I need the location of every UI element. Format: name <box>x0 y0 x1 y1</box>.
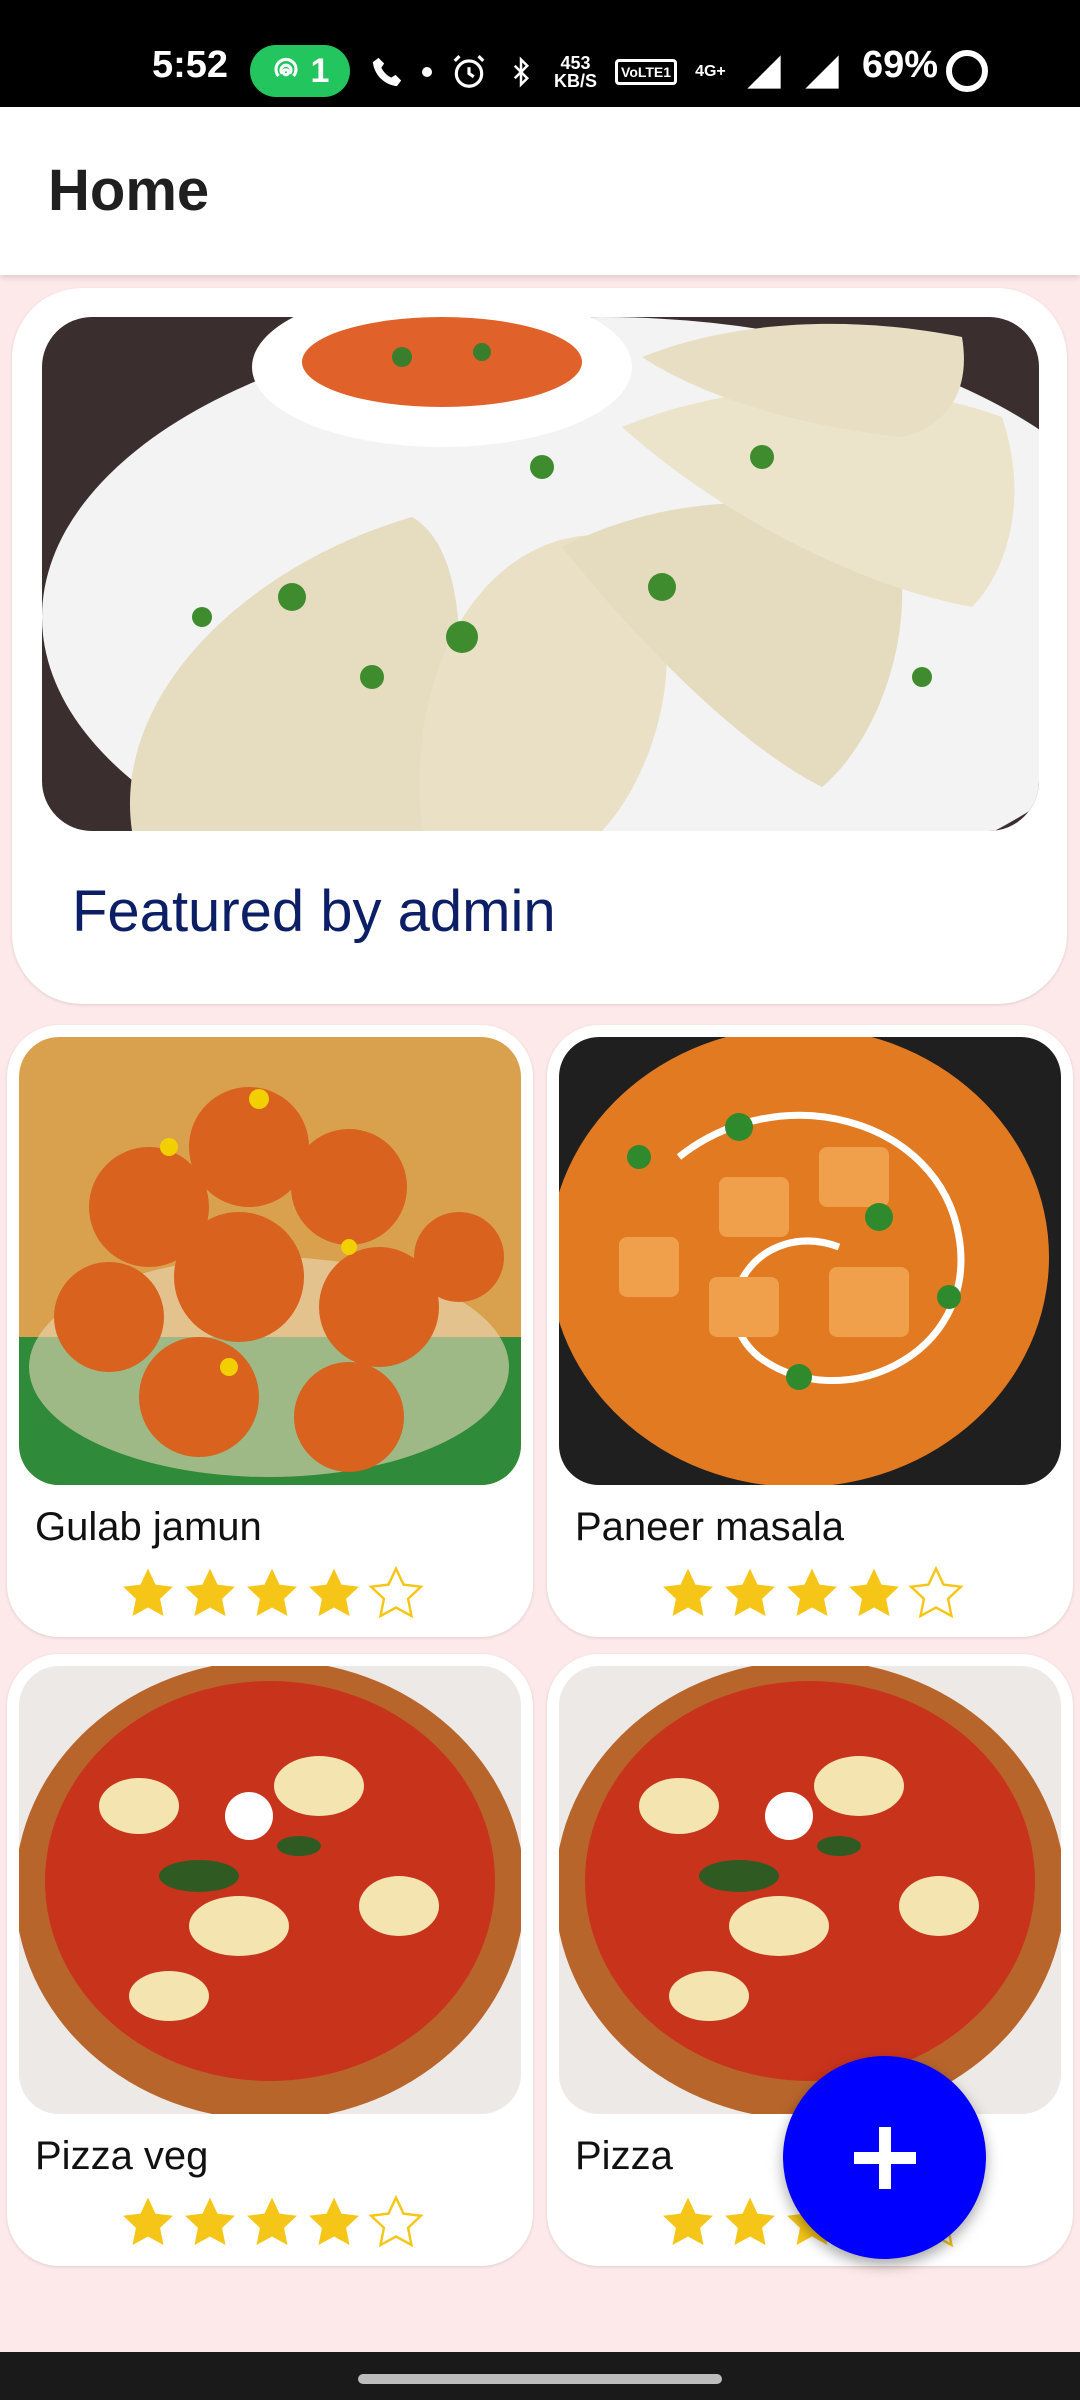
star-filled-icon <box>725 2197 775 2245</box>
app-bar: Home <box>0 107 1080 275</box>
system-nav-bar <box>0 2352 1080 2400</box>
star-filled-icon <box>309 2197 359 2245</box>
phone-icon <box>372 57 402 87</box>
rating-stars <box>119 1565 425 1623</box>
star-filled-icon <box>309 1568 359 1616</box>
status-time: 5:52 <box>152 44 229 86</box>
food-card-pizza-veg[interactable]: Pizza veg <box>7 1654 533 2266</box>
hotspot-icon <box>273 57 298 78</box>
item-name: Pizza <box>575 2134 673 2178</box>
status-bar: 5:52 1 453 KB/S VoLTE1 4G+ 69% <box>0 0 1080 107</box>
paneer-masala-image <box>559 1037 1061 1485</box>
star-filled-icon <box>663 2197 713 2245</box>
net-speed: 453 KB/S <box>554 54 597 90</box>
star-filled-icon <box>247 1568 297 1616</box>
item-name: Pizza veg <box>35 2134 209 2178</box>
star-empty-icon <box>368 1565 424 1619</box>
star-filled-icon <box>663 1568 713 1616</box>
net-speed-unit: KB/S <box>554 71 598 91</box>
net-speed-value: 453 <box>560 53 591 73</box>
star-filled-icon <box>247 2197 297 2245</box>
star-filled-icon <box>849 1568 899 1616</box>
battery-ring-icon <box>946 50 988 92</box>
item-name: Gulab jamun <box>35 1505 262 1549</box>
hotspot-count: 1 <box>310 51 330 90</box>
signal-icon-1 <box>747 55 781 89</box>
item-name: Paneer masala <box>575 1505 845 1549</box>
rating-stars <box>659 1565 965 1623</box>
food-card-gulab-jamun[interactable]: Gulab jamun <box>7 1025 533 1637</box>
pizza-veg-image <box>19 1666 521 2114</box>
alarm-icon <box>453 55 485 88</box>
gulab-jamun-image <box>19 1037 521 1485</box>
bluetooth-icon <box>513 56 530 88</box>
star-filled-icon <box>725 1568 775 1616</box>
network-type: 4G+ <box>695 63 726 80</box>
status-icons: 453 KB/S VoLTE1 4G+ <box>370 44 842 100</box>
volte-icon: VoLTE1 <box>615 59 678 85</box>
featured-card[interactable]: Featured by admin <box>12 288 1067 1004</box>
star-empty-icon <box>908 1565 964 1619</box>
signal-icon-2 <box>805 55 839 89</box>
add-item-button[interactable] <box>783 2056 986 2259</box>
star-filled-icon <box>123 1568 173 1616</box>
plus-icon <box>853 2126 916 2189</box>
featured-momos-image <box>42 317 1039 831</box>
star-filled-icon <box>185 2197 235 2245</box>
dot-icon <box>422 67 432 77</box>
pizza-image <box>559 1666 1061 2114</box>
hotspot-badge: 1 <box>250 45 350 97</box>
page-title: Home <box>48 158 210 223</box>
home-gesture-handle[interactable] <box>358 2374 722 2384</box>
battery-percent: 69% <box>862 44 939 86</box>
star-filled-icon <box>787 1568 837 1616</box>
star-filled-icon <box>123 2197 173 2245</box>
star-filled-icon <box>185 1568 235 1616</box>
featured-label: Featured by admin <box>72 879 556 944</box>
rating-stars <box>119 2194 425 2252</box>
food-card-paneer-masala[interactable]: Paneer masala <box>547 1025 1073 1637</box>
star-empty-icon <box>368 2194 424 2248</box>
